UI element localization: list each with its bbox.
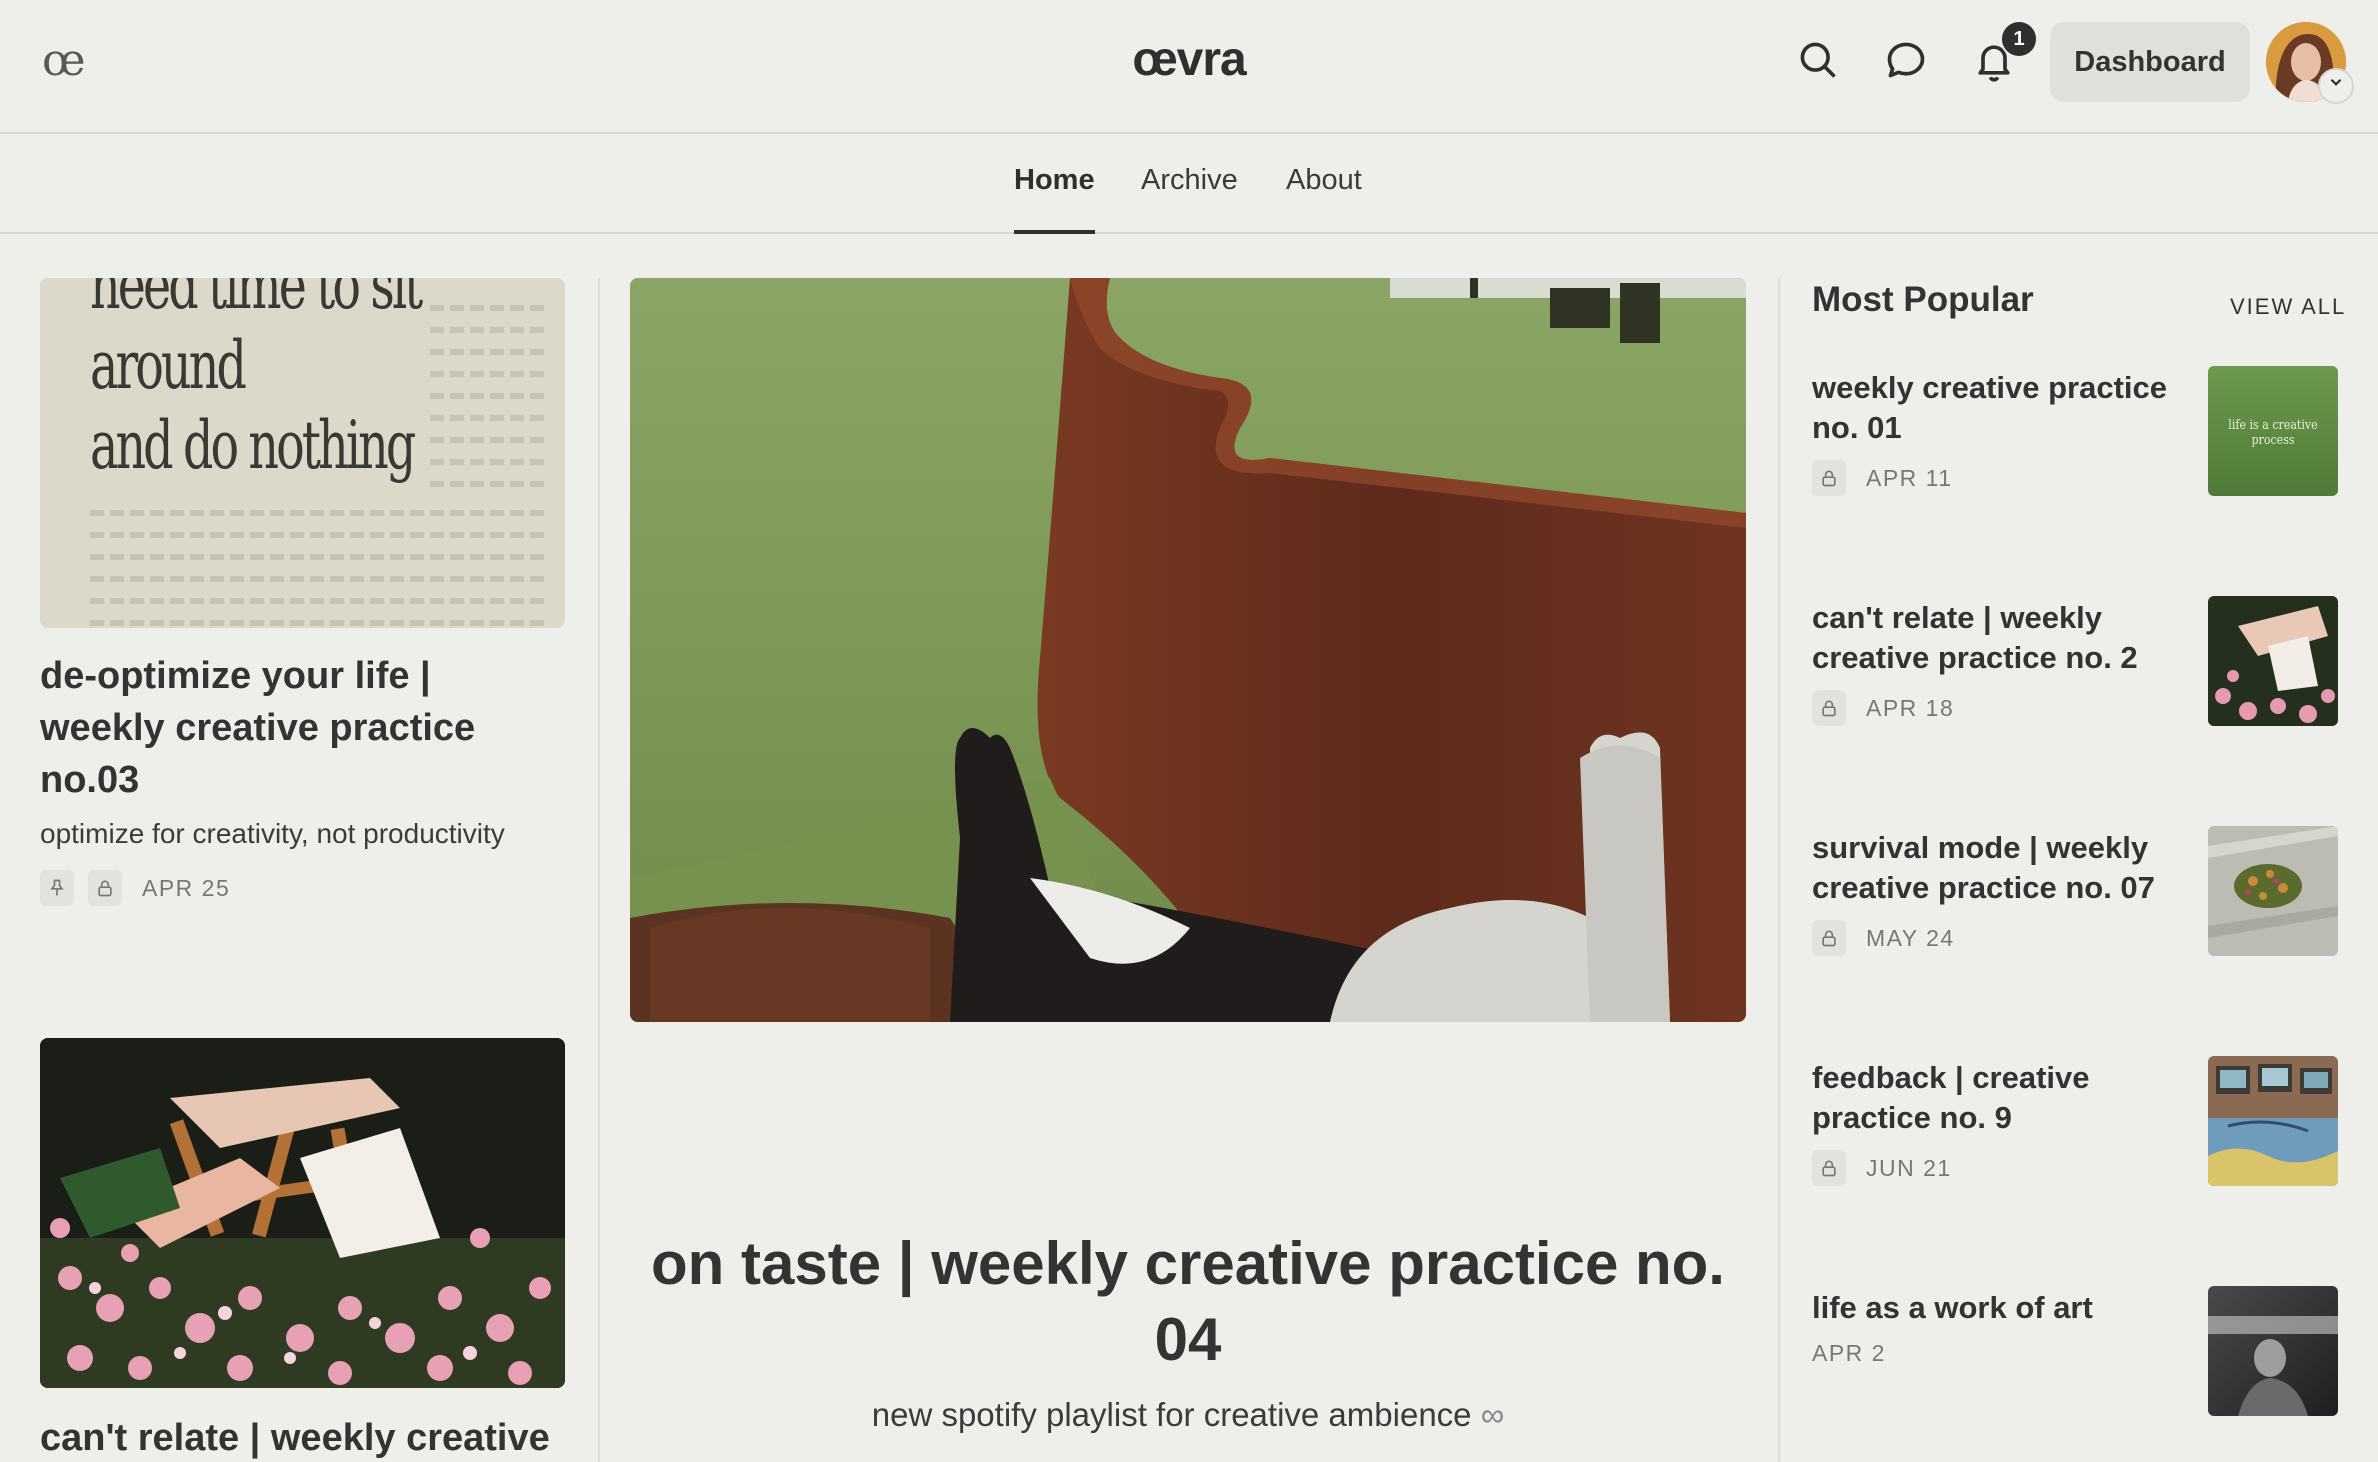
- popular-post-meta: APR 2: [1812, 1340, 1886, 1367]
- popular-post-meta: MAY 24: [1812, 920, 1955, 956]
- lock-icon: [1812, 1150, 1846, 1186]
- popular-post-title[interactable]: feedback | creative practice no. 9: [1812, 1058, 2192, 1138]
- thumbnail-flowers: [2208, 596, 2338, 726]
- view-all-link[interactable]: VIEW ALL: [2230, 294, 2346, 320]
- post-title[interactable]: can't relate | weekly creative: [40, 1412, 600, 1462]
- book-headline-line: need time to sit: [90, 278, 423, 324]
- most-popular-heading: Most Popular: [1812, 280, 2034, 319]
- infinity-icon: ∞: [1480, 1396, 1505, 1433]
- notification-badge: 1: [2000, 20, 2038, 58]
- thumbnail-caption: life is a creative process: [2228, 418, 2318, 448]
- logo-glyph: œ: [42, 35, 86, 86]
- nav-tab-home[interactable]: Home: [1014, 164, 1095, 234]
- popular-post-thumbnail[interactable]: [2208, 826, 2338, 956]
- book-headline-line: and do nothing: [90, 407, 416, 484]
- post-thumbnail-flowers[interactable]: [40, 1038, 565, 1388]
- post-meta: APR 25: [40, 870, 230, 906]
- popular-post-title[interactable]: survival mode | weekly creative practice…: [1812, 828, 2192, 908]
- popular-post-meta: APR 11: [1812, 460, 1953, 496]
- top-header: œ œvra 1 Dashboard: [0, 0, 2378, 134]
- popular-post-meta: JUN 21: [1812, 1150, 1952, 1186]
- post-thumbnail-book-page[interactable]: need time to sit around and do nothing: [40, 278, 565, 628]
- post-date: APR 25: [142, 874, 231, 901]
- featured-post-subtitle: new spotify playlist for creative ambien…: [630, 1396, 1746, 1434]
- popular-post-thumbnail[interactable]: life is a creative process: [2208, 366, 2338, 496]
- popular-post-date: APR 11: [1866, 464, 1953, 491]
- main-nav: Home Archive About: [0, 134, 2378, 234]
- column-divider-right: [1778, 278, 1780, 1462]
- popular-post-item[interactable]: survival mode | weekly creative practice…: [1812, 826, 2338, 958]
- popular-post-title[interactable]: weekly creative practice no. 01: [1812, 368, 2192, 448]
- popular-post-title[interactable]: life as a work of art: [1812, 1288, 2192, 1328]
- popular-post-item[interactable]: feedback | creative practice no. 9 JUN 2…: [1812, 1056, 2338, 1188]
- post-title[interactable]: de-optimize your life | weekly creative …: [40, 650, 560, 806]
- dashboard-button[interactable]: Dashboard: [2050, 22, 2250, 102]
- nav-tab-about[interactable]: About: [1286, 164, 1362, 234]
- logo-icon[interactable]: œ: [42, 36, 102, 86]
- thumbnail-bw-portrait: [2208, 1286, 2338, 1416]
- nav-tab-archive[interactable]: Archive: [1141, 164, 1238, 234]
- llamas-sculpture-photo: [630, 278, 1746, 1022]
- popular-post-title[interactable]: can't relate | weekly creative practice …: [1812, 598, 2192, 678]
- column-divider-left: [598, 278, 600, 1462]
- site-wordmark[interactable]: œvra: [1132, 33, 1246, 86]
- popular-post-date: APR 2: [1812, 1340, 1886, 1366]
- popular-post-item[interactable]: weekly creative practice no. 01 APR 11 l…: [1812, 366, 2338, 498]
- thumbnail-retro-monitors: [2208, 1056, 2338, 1186]
- pin-icon: [40, 870, 74, 906]
- thumbnail-sidewalk-plant: [2208, 826, 2338, 956]
- book-headline-line: around: [90, 327, 247, 404]
- search-icon[interactable]: [1796, 38, 1840, 82]
- popular-post-date: MAY 24: [1866, 924, 1955, 951]
- popular-post-item[interactable]: can't relate | weekly creative practice …: [1812, 596, 2338, 728]
- popular-post-thumbnail[interactable]: [2208, 1286, 2338, 1416]
- popular-post-thumbnail[interactable]: [2208, 596, 2338, 726]
- popular-post-date: JUN 21: [1866, 1154, 1952, 1181]
- featured-subtitle-text: new spotify playlist for creative ambien…: [871, 1396, 1472, 1433]
- lock-icon: [1812, 690, 1846, 726]
- popular-post-item[interactable]: life as a work of art APR 2: [1812, 1286, 2338, 1418]
- lock-icon: [1812, 460, 1846, 496]
- featured-post-title[interactable]: on taste | weekly creative practice no. …: [630, 1226, 1746, 1378]
- book-page-headline: need time to sit around and do nothing: [90, 278, 423, 486]
- featured-post-image[interactable]: [630, 278, 1746, 1022]
- chat-icon[interactable]: [1884, 38, 1928, 82]
- post-subtitle: optimize for creativity, not productivit…: [40, 818, 505, 849]
- popular-post-thumbnail[interactable]: [2208, 1056, 2338, 1186]
- lock-icon: [1812, 920, 1846, 956]
- popular-post-date: APR 18: [1866, 694, 1955, 721]
- flowers-chairs-photo: [40, 1038, 565, 1388]
- popular-post-meta: APR 18: [1812, 690, 1954, 726]
- chevron-down-icon[interactable]: [2318, 68, 2354, 104]
- lock-icon: [88, 870, 122, 906]
